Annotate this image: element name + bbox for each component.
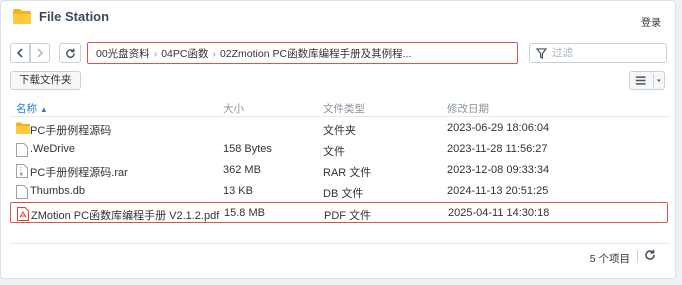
file-type: 文件 <box>323 146 345 158</box>
toolbar: 00光盘资料 › 04PC函数 › 02Zmotion PC函数库编程手册及其例程... <box>1 41 675 65</box>
column-header-name[interactable]: 名称 ▲ <box>16 101 48 116</box>
refresh-button[interactable] <box>59 43 81 63</box>
file-size: 15.8 MB <box>224 207 265 219</box>
file-type: RAR 文件 <box>323 167 372 179</box>
filter-box[interactable] <box>529 43 667 63</box>
chevron-left-icon <box>16 48 23 58</box>
table-header: 名称 ▲ 大小 文件类型 修改日期 <box>10 97 668 117</box>
filter-input[interactable] <box>552 47 660 59</box>
chevron-right-icon: › <box>212 48 216 60</box>
file-name: PC手册例程源码.rar <box>30 167 128 179</box>
footer-divider <box>637 250 638 263</box>
file-date: 2023-11-28 11:56:27 <box>447 143 548 155</box>
file-name: .WeDrive <box>30 143 76 155</box>
footer-refresh-button[interactable] <box>644 249 660 265</box>
column-header-type[interactable]: 文件类型 <box>323 101 365 116</box>
table-row[interactable]: PC手册例程源码 文件夹 2023-06-29 18:06:04 <box>10 118 668 139</box>
file-size: 158 Bytes <box>223 143 272 155</box>
table-row[interactable]: PC手册例程源码.rar 362 MB RAR 文件 2023-12-08 09… <box>10 160 668 181</box>
table-row[interactable]: Thumbs.db 13 KB DB 文件 2024-11-13 20:51:2… <box>10 181 668 202</box>
file-type: 文件夹 <box>323 125 356 137</box>
download-folder-button[interactable]: 下载文件夹 <box>10 71 81 90</box>
file-station-window: File Station 登录 00光盘资料 › 04PC函数 › 02Zmotion … <box>0 0 676 279</box>
folder-app-icon <box>13 9 31 24</box>
item-count: 5 个项目 <box>589 253 630 265</box>
file-size: 362 MB <box>223 164 261 176</box>
column-header-size[interactable]: 大小 <box>223 101 244 116</box>
folder-icon <box>16 122 30 135</box>
view-mode-button[interactable] <box>629 71 665 90</box>
file-name: ZMotion PC函数库编程手册 V2.1.2.pdf <box>31 210 220 222</box>
forward-button[interactable] <box>30 43 50 63</box>
caret-down-icon <box>657 79 662 82</box>
table-row[interactable]: .WeDrive 158 Bytes 文件 2023-11-28 11:56:2… <box>10 139 668 160</box>
file-type: DB 文件 <box>323 188 364 200</box>
file-date: 2025-04-11 14:30:18 <box>448 207 550 219</box>
app-title: File Station <box>39 9 110 24</box>
chevron-right-icon: › <box>153 48 158 60</box>
chevron-right-icon <box>37 48 44 58</box>
list-view-icon <box>635 76 646 85</box>
breadcrumb-path[interactable]: 00光盘资料 › 04PC函数 › 02Zmotion PC函数库编程手册及其例程... <box>87 42 518 64</box>
archive-icon <box>16 164 28 178</box>
file-icon <box>16 143 28 157</box>
filter-icon <box>536 48 547 59</box>
login-link[interactable]: 登录 <box>641 14 661 29</box>
refresh-icon <box>645 249 655 260</box>
title-bar: File Station 登录 <box>1 1 675 33</box>
file-icon <box>16 185 28 199</box>
file-date: 2024-11-13 20:51:25 <box>447 185 549 197</box>
pdf-icon <box>17 207 29 221</box>
refresh-icon <box>65 48 75 58</box>
back-button[interactable] <box>10 43 30 63</box>
sort-asc-icon: ▲ <box>39 105 48 114</box>
breadcrumb-segment[interactable]: 00光盘资料 <box>96 48 150 60</box>
file-date: 2023-12-08 09:33:34 <box>447 164 550 176</box>
column-header-date[interactable]: 修改日期 <box>447 101 489 116</box>
file-size: 13 KB <box>223 185 253 197</box>
action-row: 下载文件夹 <box>1 71 675 91</box>
breadcrumb-segment[interactable]: 04PC函数 <box>161 48 208 60</box>
file-name: PC手册例程源码 <box>30 125 112 137</box>
file-type: PDF 文件 <box>324 210 372 222</box>
file-name: Thumbs.db <box>30 185 86 197</box>
table-row[interactable]: ZMotion PC函数库编程手册 V2.1.2.pdf 15.8 MB PDF… <box>10 202 668 223</box>
status-footer: 5 个项目 <box>10 243 668 267</box>
file-list: PC手册例程源码 文件夹 2023-06-29 18:06:04 .WeDriv… <box>10 118 668 223</box>
breadcrumb-segment[interactable]: 02Zmotion PC函数库编程手册及其例程... <box>220 48 411 60</box>
file-date: 2023-06-29 18:06:04 <box>447 122 550 134</box>
